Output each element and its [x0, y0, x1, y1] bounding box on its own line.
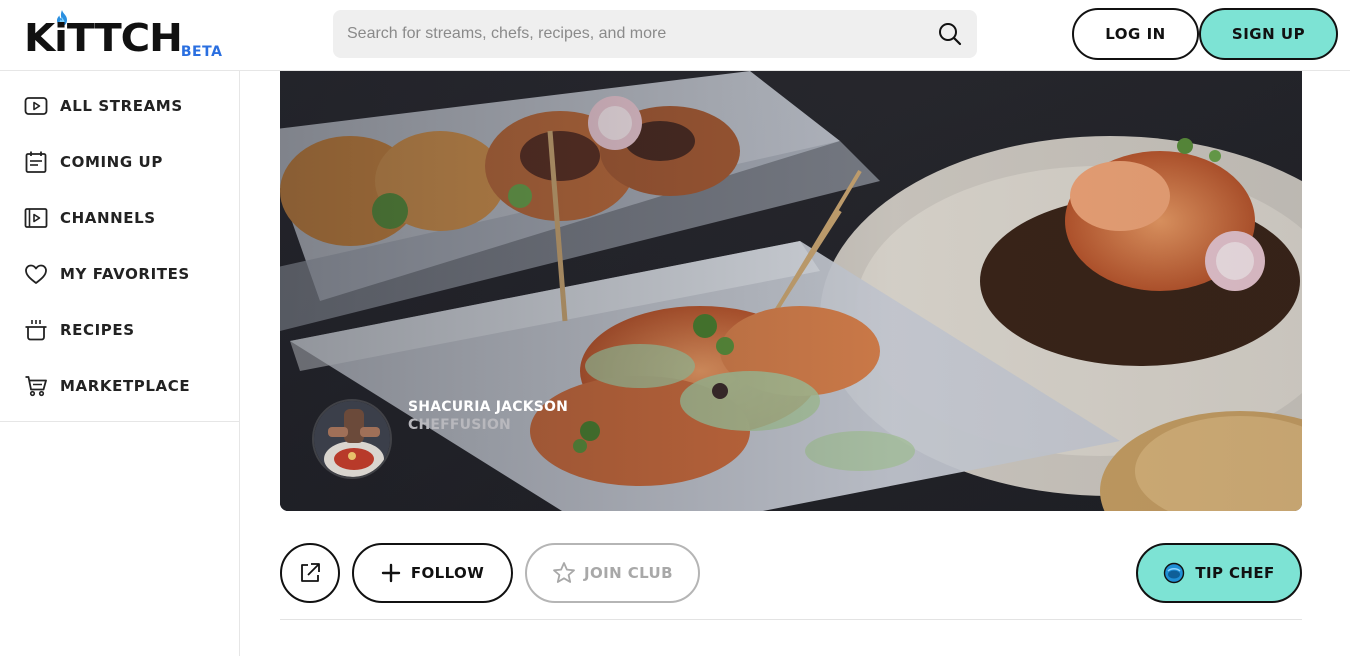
search-input[interactable]	[347, 25, 937, 43]
kittch-logo[interactable]: KiTTCH BETA	[24, 10, 222, 62]
play-icon	[24, 94, 48, 118]
tip-chef-label: TIP CHEF	[1195, 564, 1275, 582]
follow-label: FOLLOW	[410, 564, 485, 582]
coin-icon	[1164, 562, 1185, 584]
sidebar-item-coming-up[interactable]: COMING UP	[0, 134, 239, 190]
sidebar-item-label: COMING UP	[60, 153, 163, 171]
join-club-button[interactable]: JOIN CLUB	[525, 543, 700, 603]
logo-wordmark: KiTTCH	[24, 16, 183, 60]
sidebar-nav: ALL STREAMS COMING UP CHANNELS MY FAVORI…	[0, 71, 239, 422]
share-button[interactable]	[280, 543, 340, 603]
pot-icon	[24, 318, 48, 342]
sidebar-item-my-favorites[interactable]: MY FAVORITES	[0, 246, 239, 302]
action-bar: FOLLOW JOIN CLUB TIP CHEF	[280, 543, 1302, 603]
beta-badge: BETA	[180, 44, 223, 60]
calendar-icon	[24, 150, 48, 174]
channel-name[interactable]: CHEFFUSION	[408, 417, 511, 433]
sidebar-item-label: ALL STREAMS	[60, 97, 183, 115]
login-button[interactable]: LOG IN	[1072, 8, 1199, 60]
share-icon	[301, 563, 320, 582]
sidebar-item-label: MARKETPLACE	[60, 377, 191, 395]
sidebar-item-label: MY FAVORITES	[60, 265, 190, 283]
star-icon	[553, 562, 575, 583]
sidebar-item-label: CHANNELS	[60, 209, 156, 227]
sidebar-item-recipes[interactable]: RECIPES	[0, 302, 239, 358]
follow-button[interactable]: FOLLOW	[352, 543, 513, 603]
search-bar[interactable]	[333, 10, 977, 58]
channels-icon	[24, 206, 48, 230]
heart-icon	[24, 262, 48, 286]
sidebar-item-all-streams[interactable]: ALL STREAMS	[0, 78, 239, 134]
chef-name[interactable]: SHACURIA JACKSON	[408, 399, 568, 415]
signup-button[interactable]: SIGN UP	[1199, 8, 1338, 60]
cart-icon	[24, 374, 48, 398]
sidebar-item-label: RECIPES	[60, 321, 135, 339]
sidebar-item-channels[interactable]: CHANNELS	[0, 190, 239, 246]
join-club-label: JOIN CLUB	[584, 564, 673, 582]
sidebar: ALL STREAMS COMING UP CHANNELS MY FAVORI…	[0, 71, 240, 656]
top-header: KiTTCH BETA LOG IN SIGN UP	[0, 0, 1350, 71]
search-icon[interactable]	[937, 21, 963, 47]
hero-banner[interactable]: SHACURIA JACKSON CHEFFUSION	[280, 71, 1302, 511]
section-divider	[280, 619, 1302, 620]
hero-overlay	[280, 71, 1302, 511]
avatar[interactable]	[312, 399, 392, 479]
sidebar-item-marketplace[interactable]: MARKETPLACE	[0, 358, 239, 414]
plus-icon	[381, 563, 401, 583]
tip-chef-button[interactable]: TIP CHEF	[1136, 543, 1302, 603]
